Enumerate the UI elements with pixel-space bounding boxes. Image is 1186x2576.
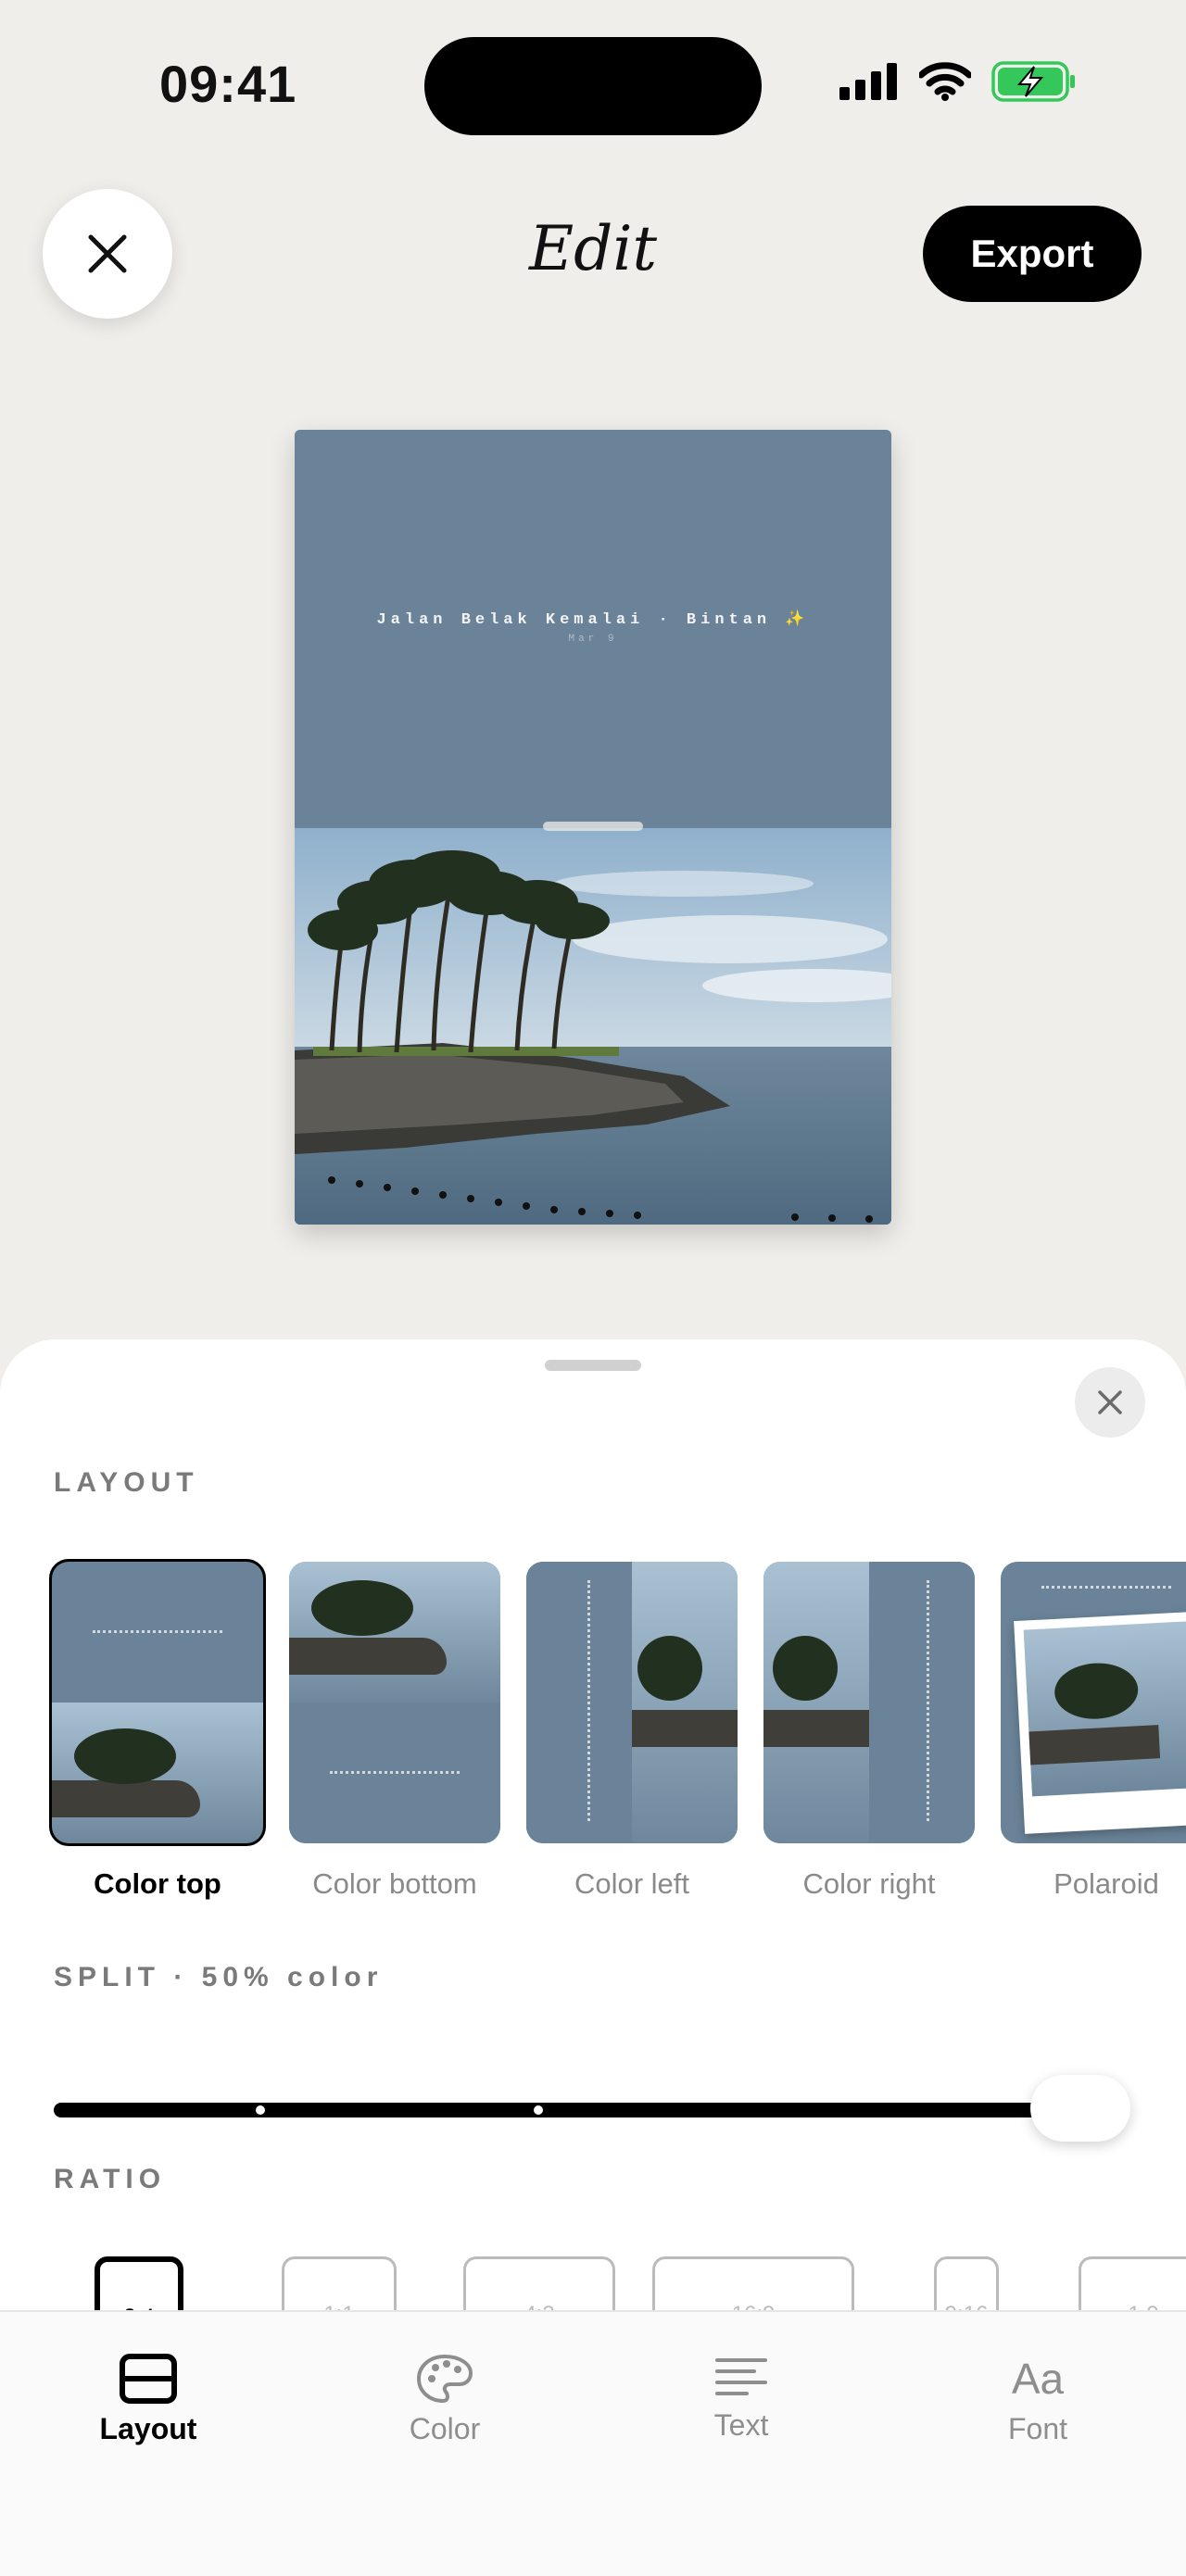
tab-label: Text (713, 2408, 769, 2442)
layout-heading: LAYOUT (54, 1467, 199, 1498)
layout-option-label: Color right (802, 1867, 936, 1900)
slider-thumb[interactable] (1030, 2075, 1130, 2142)
layout-option-label: Color top (94, 1867, 221, 1900)
dynamic-island (424, 37, 762, 135)
status-time: 09:41 (159, 55, 297, 113)
tab-label: Font (1007, 2412, 1068, 2445)
ratio-heading: RATIO (54, 2164, 167, 2194)
status-icons (839, 61, 1077, 102)
split-drag-handle[interactable] (543, 822, 643, 831)
layout-thumbnail[interactable] (289, 1562, 500, 1843)
layout-option-label: Color left (574, 1867, 690, 1900)
font-icon: Aa (1011, 2355, 1065, 2403)
tab-label: Color (409, 2412, 481, 2445)
layout-icon (120, 2354, 177, 2404)
tab-label: Layout (99, 2412, 197, 2445)
layout-thumbnail[interactable] (763, 1562, 975, 1843)
text-lines-icon (715, 2358, 767, 2395)
slider-tick (534, 2105, 543, 2115)
preview-photo (295, 828, 891, 1225)
slider-tick (256, 2105, 265, 2115)
layout-thumbnail[interactable] (526, 1562, 738, 1843)
tab-text[interactable]: Text (649, 2353, 834, 2443)
export-button[interactable]: Export (923, 206, 1142, 302)
layout-options: Color top Color bottom Color left Color … (49, 1559, 1186, 1901)
layout-option-color-left[interactable]: Color left (526, 1562, 738, 1901)
split-slider[interactable] (54, 2071, 1130, 2145)
tab-bar: Layout Color Text Aa Font (0, 2310, 1186, 2576)
sheet-grabber[interactable] (545, 1360, 641, 1371)
photo-preview[interactable]: Jalan Belak Kemalai · Bintan ✨ Mar 9 (295, 430, 891, 1225)
preview-caption[interactable]: Jalan Belak Kemalai · Bintan ✨ (295, 609, 891, 629)
wifi-icon (919, 62, 971, 101)
battery-charging-icon (991, 61, 1075, 102)
layout-option-label: Polaroid (1054, 1867, 1159, 1900)
layout-option-polaroid[interactable]: Polaroid (1001, 1562, 1186, 1901)
layout-option-color-right[interactable]: Color right (763, 1562, 975, 1901)
layout-thumbnail[interactable] (49, 1559, 266, 1846)
tab-font[interactable]: Aa Font (945, 2353, 1130, 2446)
close-sheet-button[interactable] (1075, 1367, 1145, 1438)
ratio-options: 3:4 1:1 4:3 16:9 9:16 1.9 (0, 2256, 1186, 2368)
cellular-signal-icon (839, 63, 897, 100)
tab-color[interactable]: Color (352, 2353, 537, 2446)
layout-option-label: Color bottom (312, 1867, 477, 1900)
layout-option-color-bottom[interactable]: Color bottom (289, 1562, 500, 1901)
layout-option-color-top[interactable]: Color top (49, 1559, 266, 1901)
preview-subcaption: Mar 9 (568, 634, 618, 645)
layout-thumbnail[interactable] (1001, 1562, 1186, 1843)
split-heading: SPLIT · 50% color (54, 1962, 384, 1992)
close-icon (1098, 1390, 1122, 1414)
palette-icon (416, 2354, 473, 2404)
tab-layout[interactable]: Layout (56, 2353, 241, 2446)
color-block[interactable] (295, 430, 891, 828)
slider-track[interactable] (54, 2103, 1103, 2117)
